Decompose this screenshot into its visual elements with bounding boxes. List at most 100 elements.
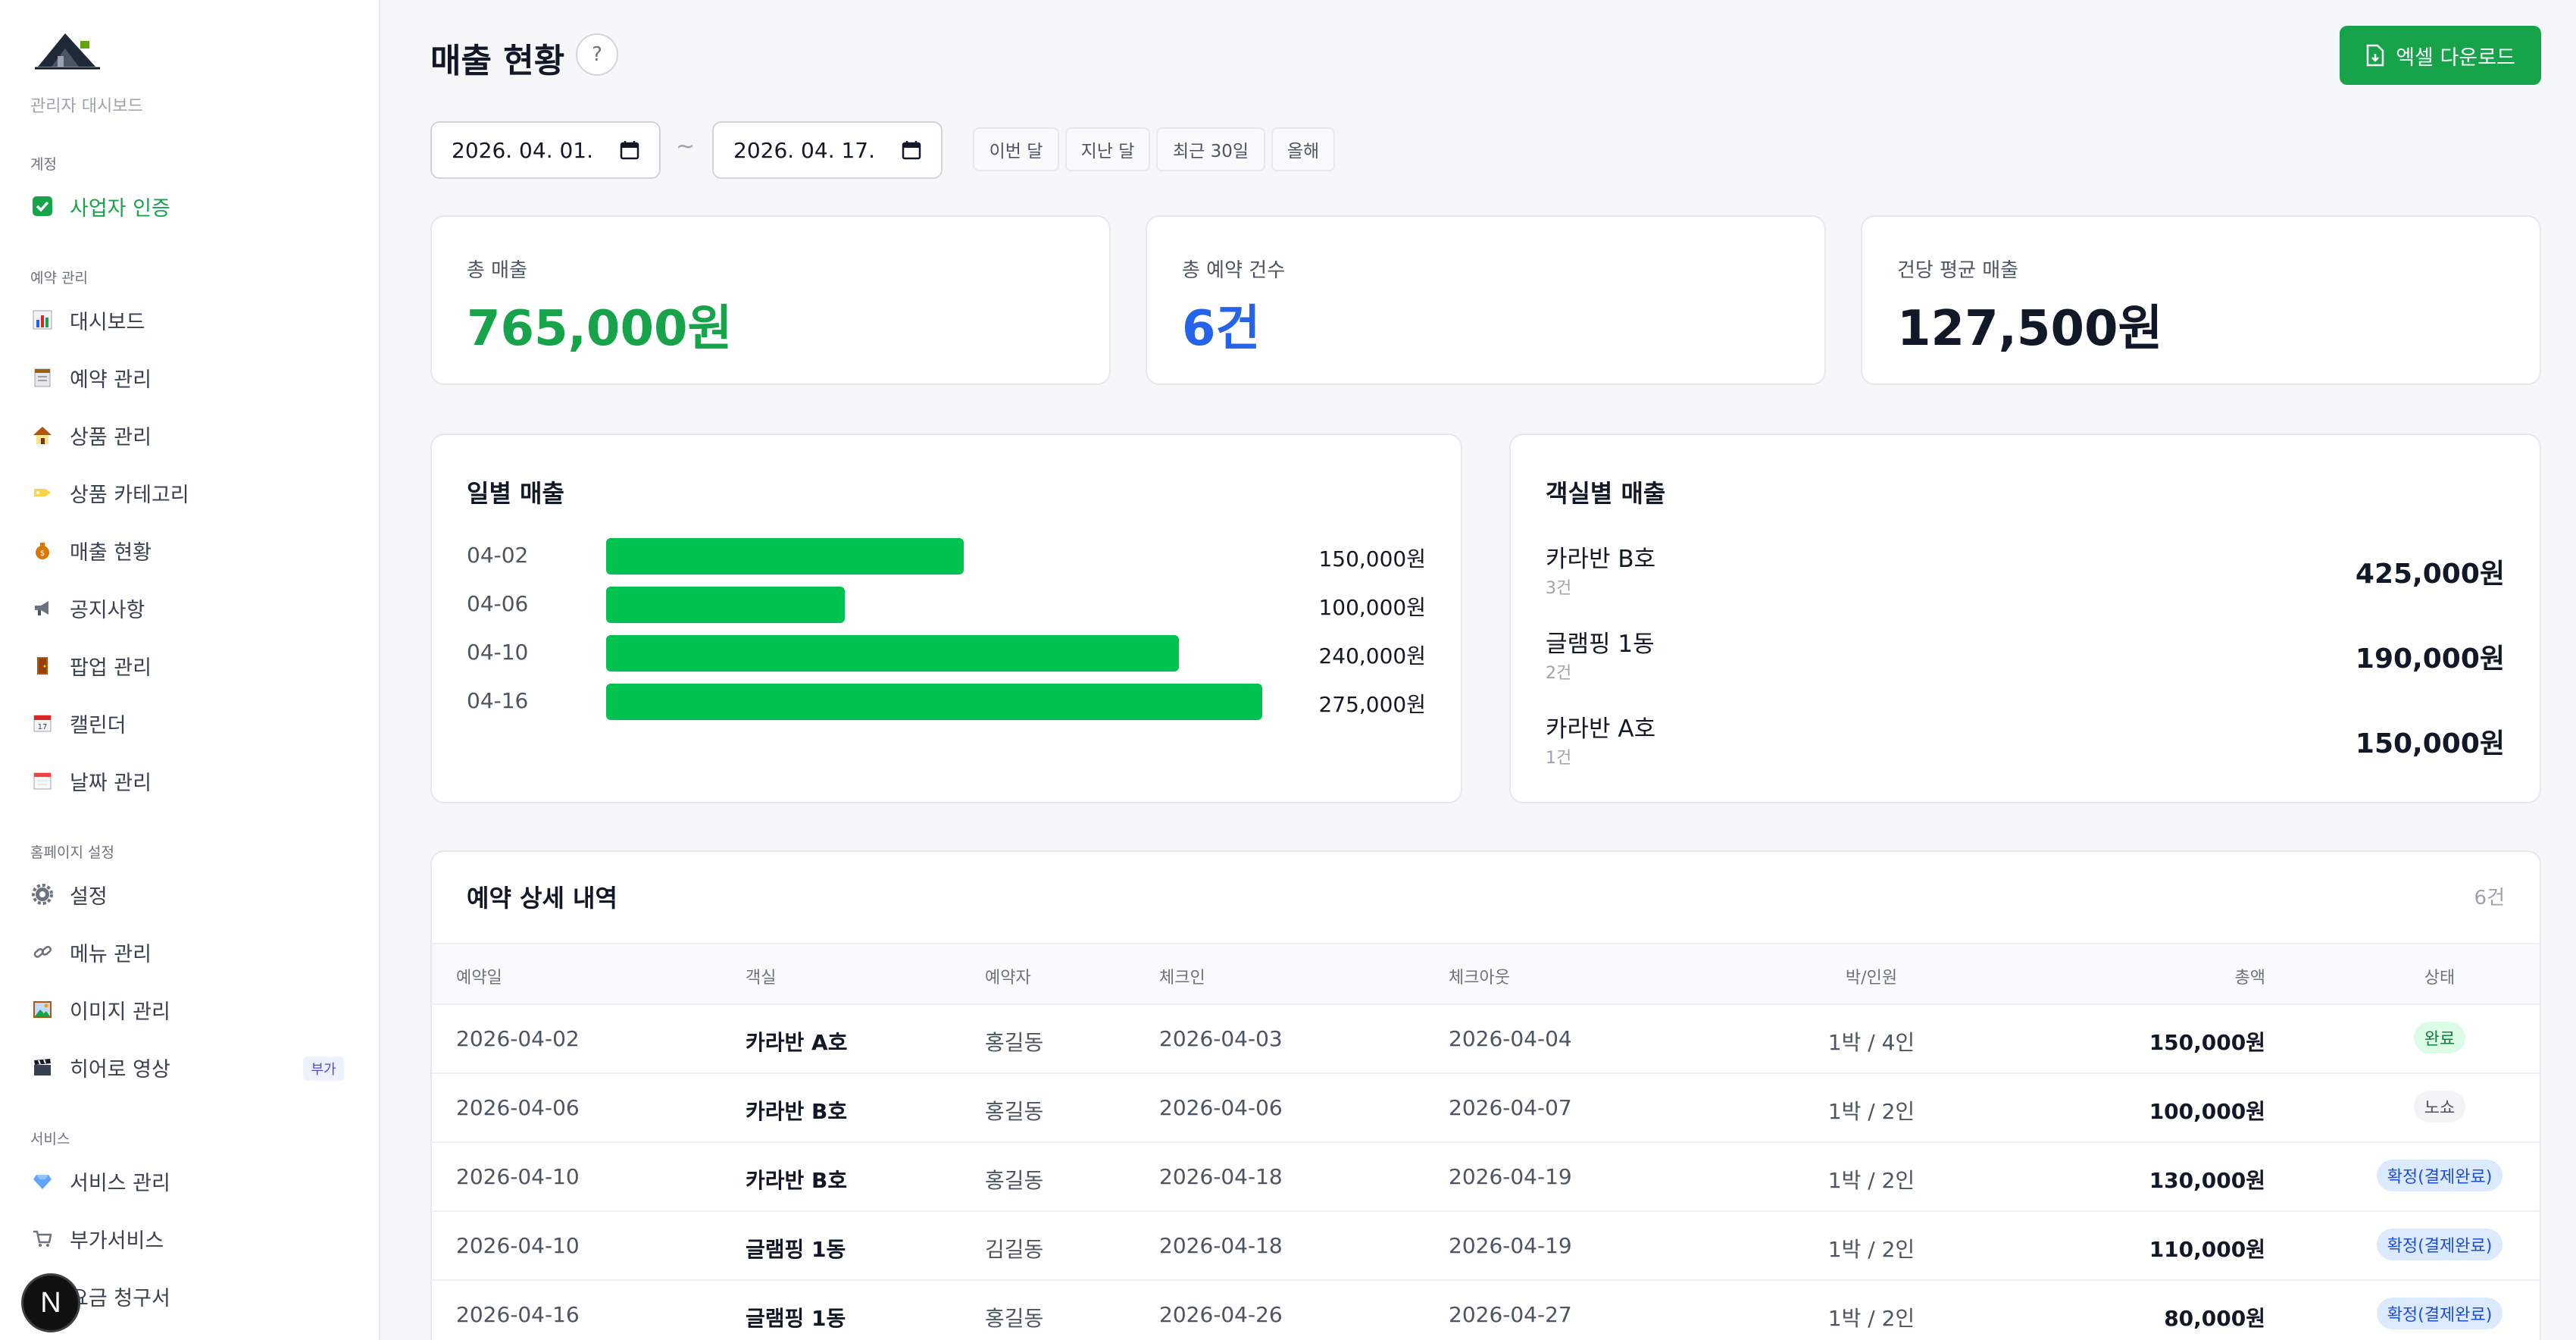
sidebar-item-reservations[interactable]: 예약 관리 [30,358,349,397]
detail-title: 예약 상세 내역 [467,884,617,913]
column-header-date[interactable]: 예약일 [456,964,502,988]
table-row[interactable]: 2026-04-06 카라반 B호 홍길동 2026-04-06 2026-04-07 1… [432,1074,2540,1143]
sidebar-item-label: 예약 관리 [70,368,152,392]
column-header-status[interactable]: 상태 [2364,964,2515,988]
addon-badge: 부가 [303,1057,344,1081]
sidebar-item-label: 캘린더 [70,713,127,737]
sidebar-item-label: 상품 관리 [70,425,152,449]
status-badge: 완료 [2413,1022,2466,1054]
sidebar-item-popups[interactable]: 팝업 관리 [30,646,349,685]
sidebar-item-label: 요금 청구서 [70,1286,170,1310]
calendar-icon[interactable] [902,140,921,160]
start-date-input[interactable]: 2026. 04. 01. [430,121,661,179]
cell-guest: 홍길동 [985,1030,1044,1055]
sidebar-item-label: 히어로 영상 [70,1057,170,1082]
sidebar-item-service-management[interactable]: 서비스 관리 [30,1161,349,1201]
sidebar-item-notices[interactable]: 공지사항 [30,588,349,628]
money-bag-icon: $ [30,538,55,562]
image-icon [30,997,55,1022]
sidebar-item-calendar[interactable]: 17 캘린더 [30,703,349,743]
daily-amount: 240,000원 [1318,643,1426,668]
stat-card-total-bookings: 총 예약 건수 6건 [1146,215,1826,385]
cell-date: 2026-04-16 [456,1302,580,1327]
preset-last-30-days[interactable]: 최근 30일 [1156,127,1265,171]
sidebar-item-sales[interactable]: $ 매출 현황 [30,531,349,570]
column-header-checkin[interactable]: 체크인 [1159,964,1205,988]
sidebar-item-hero-video[interactable]: 히어로 영상 [30,1047,349,1087]
daily-date: 04-06 [467,591,529,616]
cell-room: 카라반 A호 [746,1030,848,1055]
room-count: 2건 [1546,664,1572,683]
nextjs-dev-button[interactable]: N [21,1273,80,1332]
sidebar-item-dates[interactable]: 날짜 관리 [30,761,349,800]
preset-last-month[interactable]: 지난 달 [1065,127,1150,171]
date-range-separator: ~ [676,133,696,160]
cell-checkin: 2026-04-18 [1159,1164,1283,1189]
cell-room: 카라반 B호 [746,1168,848,1193]
daily-date: 04-16 [467,688,529,713]
daily-amount: 275,000원 [1318,692,1426,717]
room-name: 글램핑 1동 [1546,631,1655,658]
sidebar-item-business-verification[interactable]: 사업자 인증 [30,186,349,226]
help-button[interactable]: ? [576,33,618,76]
sidebar-item-images[interactable]: 이미지 관리 [30,990,349,1029]
check-box-icon [30,194,55,218]
cell-room: 글램핑 1동 [746,1306,846,1331]
sidebar-item-dashboard[interactable]: 대시보드 [30,300,349,340]
sidebar-item-addons[interactable]: 부가서비스 [30,1219,349,1258]
file-download-icon [2366,44,2384,67]
table-row[interactable]: 2026-04-10 카라반 B호 홍길동 2026-04-18 2026-04-19 1… [432,1143,2540,1212]
cell-checkout: 2026-04-27 [1449,1302,1572,1327]
cell-checkout: 2026-04-04 [1449,1026,1572,1051]
cell-checkout: 2026-04-19 [1449,1164,1572,1189]
reservation-detail-card: 예약 상세 내역 6건 예약일 객실 예약자 체크인 체크아웃 박/인원 총액 … [430,850,2541,1340]
megaphone-icon [30,596,55,620]
sidebar-item-products[interactable]: 상품 관리 [30,415,349,455]
cell-total: 130,000원 [2149,1168,2265,1193]
table-row[interactable]: 2026-04-16 글램핑 1동 홍길동 2026-04-26 2026-04-27 1… [432,1281,2540,1340]
sidebar-item-settings[interactable]: 설정 [30,875,349,914]
sidebar-item-label: 부가서비스 [70,1229,164,1253]
sidebar: 관리자 대시보드 계정 사업자 인증 예약 관리 대시보드 예약 관리 상품 관… [0,0,380,1340]
cell-total: 80,000원 [2164,1306,2265,1331]
excel-download-button[interactable]: 엑셀 다운로드 [2340,26,2541,85]
preset-this-year[interactable]: 올해 [1271,127,1335,171]
tag-icon [30,481,55,505]
sidebar-item-menu[interactable]: 메뉴 관리 [30,932,349,972]
cell-guest: 김길동 [985,1237,1044,1262]
cell-nights: 1박 / 2인 [1827,1237,1915,1262]
daily-sales-row: 04-10 240,000원 [432,634,1461,672]
daily-bar [606,684,1262,720]
column-header-total[interactable]: 총액 [2099,964,2265,988]
cell-date: 2026-04-06 [456,1095,580,1120]
cell-checkin: 2026-04-26 [1159,1302,1283,1327]
stat-card-average-sales: 건당 평균 매출 127,500원 [1861,215,2541,385]
preset-this-month[interactable]: 이번 달 [973,127,1059,171]
daily-sales-row: 04-16 275,000원 [432,682,1461,720]
sidebar-item-categories[interactable]: 상품 카테고리 [30,473,349,512]
logo-icon[interactable] [35,26,100,71]
calendar-icon[interactable] [620,140,639,160]
sidebar-item-label: 설정 [70,884,108,909]
stat-label: 총 예약 건수 [1182,259,1286,282]
cell-checkin: 2026-04-18 [1159,1233,1283,1258]
sidebar-item-label: 이미지 관리 [70,1000,170,1024]
table-row[interactable]: 2026-04-02 카라반 A호 홍길동 2026-04-03 2026-04-04 1… [432,1005,2540,1074]
svg-text:17: 17 [38,723,48,731]
column-header-guest[interactable]: 예약자 [985,964,1031,988]
table-row[interactable]: 2026-04-10 글램핑 1동 김길동 2026-04-18 2026-04-19 1… [432,1212,2540,1281]
status-badge: 노쇼 [2413,1091,2466,1122]
daily-bar [606,635,1179,672]
sidebar-item-label: 매출 현황 [70,540,152,565]
column-header-room[interactable]: 객실 [746,964,776,988]
start-date-value: 2026. 04. 01. [452,137,594,163]
column-header-checkout[interactable]: 체크아웃 [1449,964,1510,988]
daily-sales-row: 04-02 150,000원 [432,537,1461,575]
cell-room: 카라반 B호 [746,1099,848,1124]
date-icon [30,769,55,793]
end-date-input[interactable]: 2026. 04. 17. [712,121,943,179]
stat-value: 6건 [1182,301,1261,357]
room-sales-row: 카라반 B호 3건 425,000원 [1511,540,2540,608]
column-header-nights[interactable]: 박/인원 [1796,964,1947,988]
room-count: 1건 [1546,749,1572,768]
